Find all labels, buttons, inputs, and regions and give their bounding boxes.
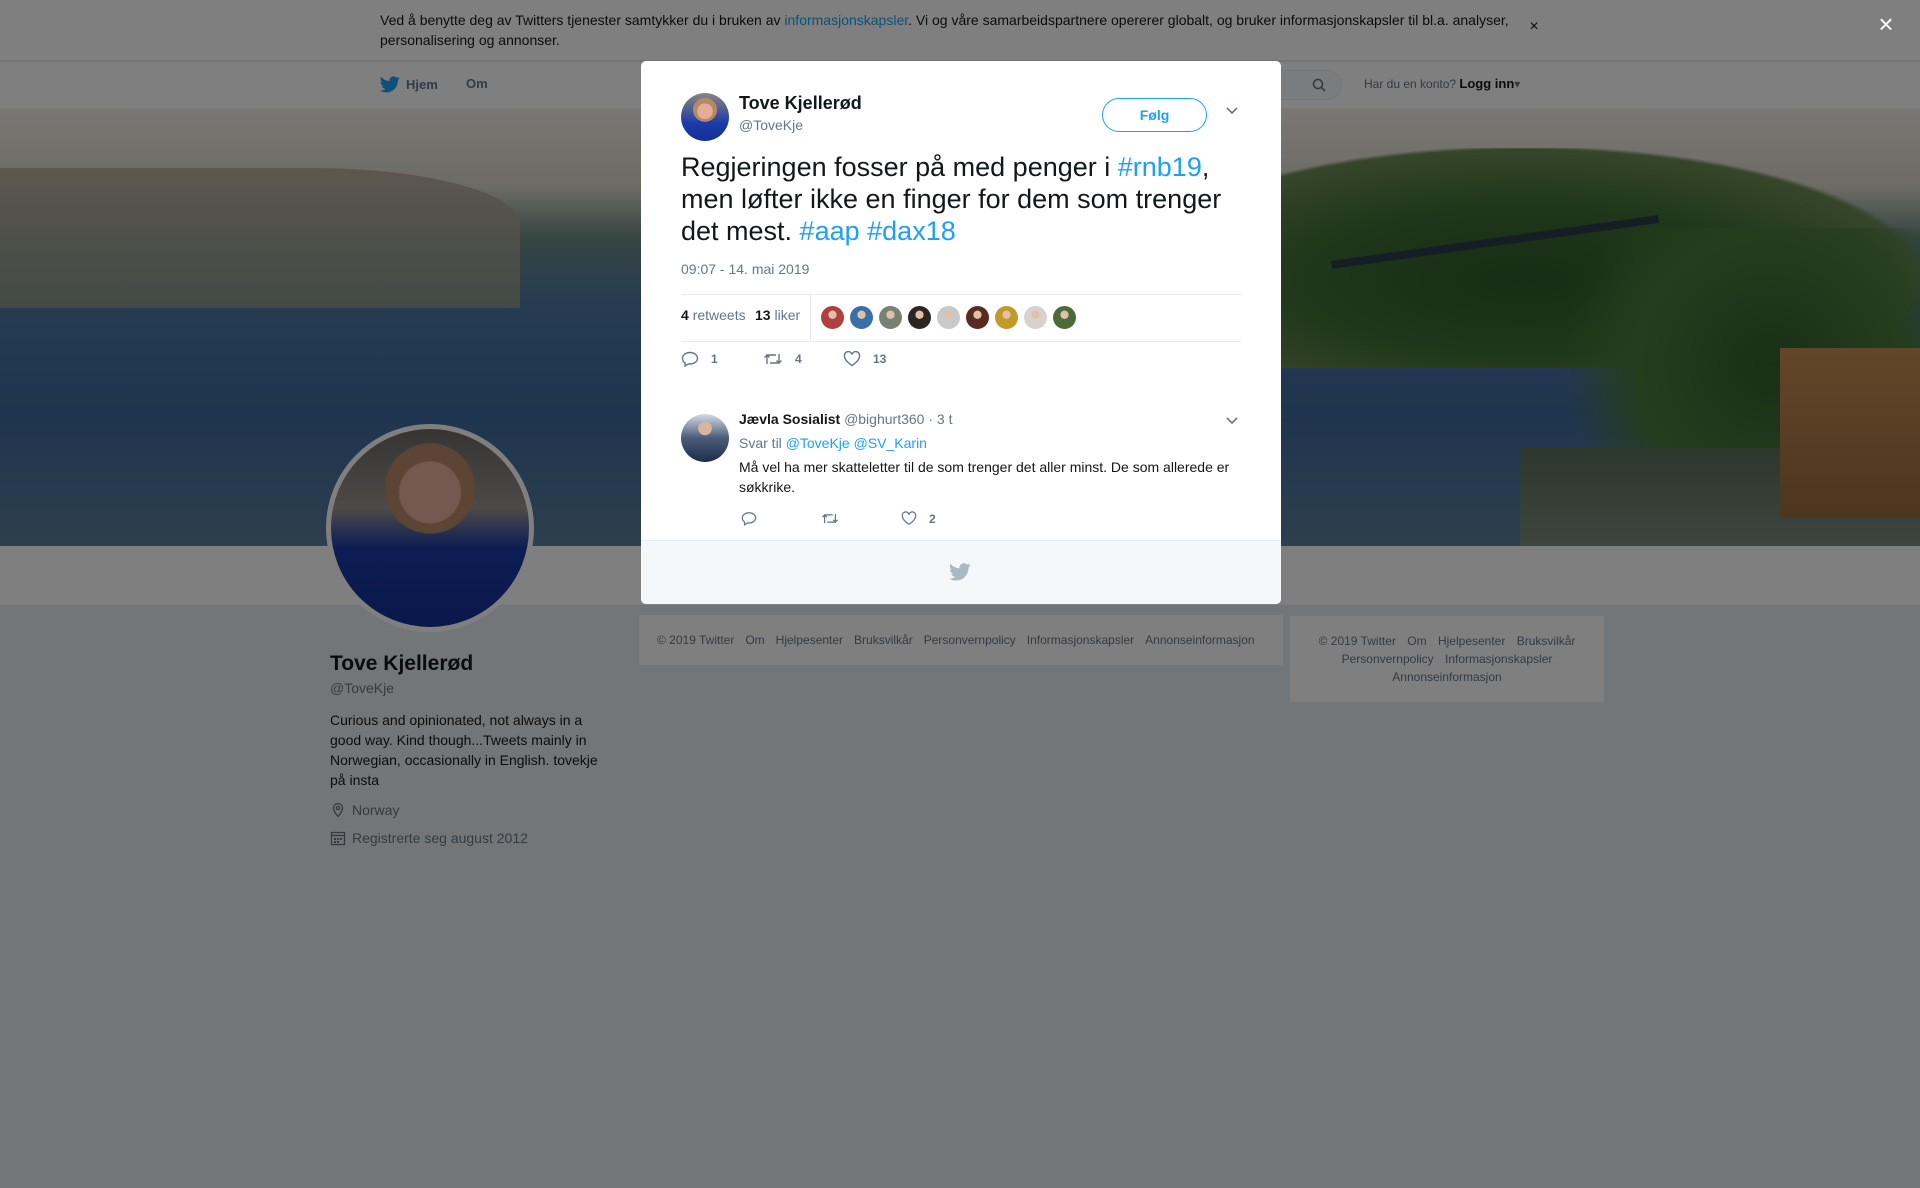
follow-button[interactable]: Følg [1102,98,1207,132]
author-handle[interactable]: @ToveKje [739,117,803,133]
heart-icon[interactable] [843,351,861,367]
reply-icon[interactable] [741,511,757,526]
tweet-actions: 1 4 13 [681,351,1241,373]
reply-to-line: Svar til @ToveKje @SV_Karin [739,435,927,451]
modal-bottom-bar [641,540,1281,604]
hashtag-link[interactable]: #aap [800,216,860,246]
tweet-modal: Tove Kjellerød @ToveKje Følg Regjeringen… [641,61,1281,604]
like-action-count: 13 [873,352,887,366]
liker-avatar[interactable] [850,306,873,329]
reply-action[interactable]: 1 [681,351,718,367]
liker-avatar[interactable] [966,306,989,329]
mention-link[interactable]: @ToveKje [786,435,850,451]
reply-count: 1 [711,352,718,366]
like-action[interactable]: 2 [901,511,936,526]
tweet-text-part: Regjeringen fosser på med penger i [681,152,1118,182]
reply-actions: 2 [739,511,1219,531]
tweet-text-part [860,216,868,246]
reply-time[interactable]: · 3 t [928,411,952,427]
reply-text: Må vel ha mer skatteletter til de som tr… [739,459,1230,495]
like-label: liker [774,307,801,323]
reply-author-handle[interactable]: @bighurt360 [844,411,924,427]
liker-avatar[interactable] [937,306,960,329]
reply-like-count: 2 [929,511,936,526]
heart-icon[interactable] [901,511,917,526]
stats-divider [810,295,811,341]
tweet-stats: 4 retweets 13 liker [681,294,1241,342]
retweet-icon[interactable] [763,351,783,367]
author-name[interactable]: Tove Kjellerød [739,93,862,114]
chevron-down-icon[interactable] [1225,415,1239,425]
like-count-stat[interactable]: 13 liker [755,307,800,323]
like-action[interactable]: 13 [843,351,886,367]
retweet-icon[interactable] [821,511,839,526]
hashtag-link[interactable]: #rnb19 [1118,152,1202,182]
author-avatar[interactable] [681,93,729,141]
reply-author-avatar[interactable] [681,414,729,462]
retweet-action-count: 4 [795,352,802,366]
liker-avatar[interactable] [1053,306,1076,329]
tweet-timestamp[interactable]: 09:07 - 14. mai 2019 [681,261,809,277]
chevron-down-icon[interactable] [1225,105,1239,115]
retweet-action[interactable]: 4 [763,351,802,367]
hashtag-link[interactable]: #dax18 [867,216,956,246]
mention-link[interactable]: @SV_Karin [854,435,927,451]
reply-icon[interactable] [681,351,699,367]
retweet-label: retweets [692,307,746,323]
retweet-action[interactable] [821,511,839,526]
reply-action[interactable] [741,511,757,526]
reply-to-label: Svar til [739,435,782,451]
twitter-bird-icon [949,563,971,581]
reply-author-name[interactable]: Jævla Sosialist [739,411,840,427]
reply-header: Jævla Sosialist @bighurt360 · 3 t [739,411,952,427]
liker-avatar[interactable] [1024,306,1047,329]
retweet-count: 4 [681,307,689,323]
liker-avatar[interactable] [908,306,931,329]
liker-avatars [821,306,1076,329]
liker-avatar[interactable] [879,306,902,329]
retweet-count-stat[interactable]: 4 retweets [681,307,746,323]
liker-avatar[interactable] [995,306,1018,329]
liker-avatar[interactable] [821,306,844,329]
like-count: 13 [755,307,771,323]
close-icon[interactable]: × [1874,11,1898,37]
tweet-text: Regjeringen fosser på med penger i #rnb1… [681,151,1247,247]
